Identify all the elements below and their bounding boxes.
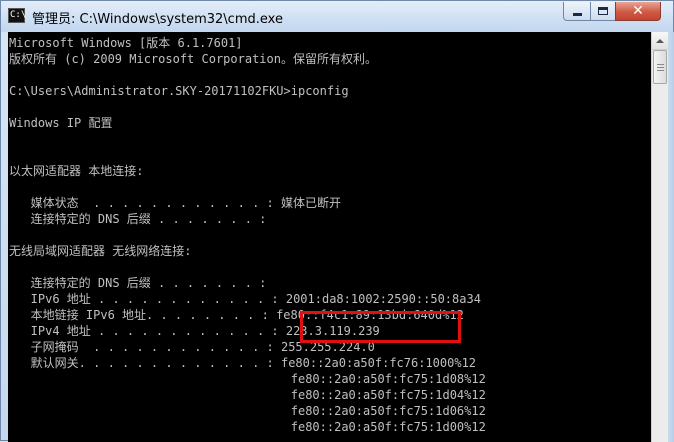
minimize-icon (572, 12, 582, 16)
grip-line (657, 64, 664, 65)
console-line: Microsoft Windows [版本 6.1.7601] (9, 36, 243, 50)
console-line: IPv6 地址 . . . . . . . . . . . . : 2001:d… (9, 292, 481, 306)
arrow-up-icon (656, 38, 664, 43)
console-line: C:\Users\Administrator.SKY-20171102FKU>i… (9, 84, 349, 98)
console-line: fe80::2a0:a50f:fc75:1d04%12 (9, 388, 486, 402)
console-line: 无线局域网适配器 无线网络连接: (9, 244, 192, 258)
close-icon: ✕ (632, 3, 644, 19)
ipv4-highlight-box (300, 311, 461, 343)
console-line: 连接特定的 DNS 后缀 . . . . . . . : (9, 276, 267, 290)
console-line: 媒体状态 . . . . . . . . . . . . : 媒体已断开 (9, 196, 341, 210)
scroll-up-button[interactable] (652, 32, 668, 50)
cmd-icon-glyph: C:\ (10, 10, 27, 20)
grip-line (657, 70, 664, 71)
console-line: 版权所有 (c) 2009 Microsoft Corporation。保留所有… (9, 52, 377, 66)
console-output[interactable]: Microsoft Windows [版本 6.1.7601] 版权所有 (c)… (8, 32, 651, 442)
close-button[interactable]: ✕ (615, 2, 661, 21)
console-line: fe80::2a0:a50f:fc75:1d06%12 (9, 404, 486, 418)
vertical-scrollbar[interactable] (651, 32, 668, 442)
minimize-button[interactable] (563, 2, 591, 21)
console-line: 以太网适配器 本地连接: (9, 164, 144, 178)
window-title: 管理员: C:\Windows\system32\cmd.exe (32, 12, 283, 27)
console-line: fe80::2a0:a50f:fc75:1d00%12 (9, 420, 486, 434)
title-bar[interactable]: C:\ 管理员: C:\Windows\system32\cmd.exe ✕ (1, 1, 673, 32)
console-line: 默认网关. . . . . . . . . . . . . : fe80::2a… (9, 356, 477, 370)
maximize-button[interactable] (590, 2, 616, 21)
console-line: 连接特定的 DNS 后缀 . . . . . . . : (9, 212, 267, 226)
console-line: Windows IP 配置 (9, 116, 113, 130)
window-frame-right (668, 32, 674, 442)
cmd-icon[interactable]: C:\ (8, 8, 27, 23)
console-line: fe80::2a0:a50f:fc75:1d08%12 (9, 372, 486, 386)
grip-line (657, 67, 664, 68)
maximize-icon (598, 7, 608, 15)
scroll-thumb[interactable] (653, 50, 667, 84)
cmd-window: C:\ 管理员: C:\Windows\system32\cmd.exe ✕ M… (0, 0, 674, 442)
